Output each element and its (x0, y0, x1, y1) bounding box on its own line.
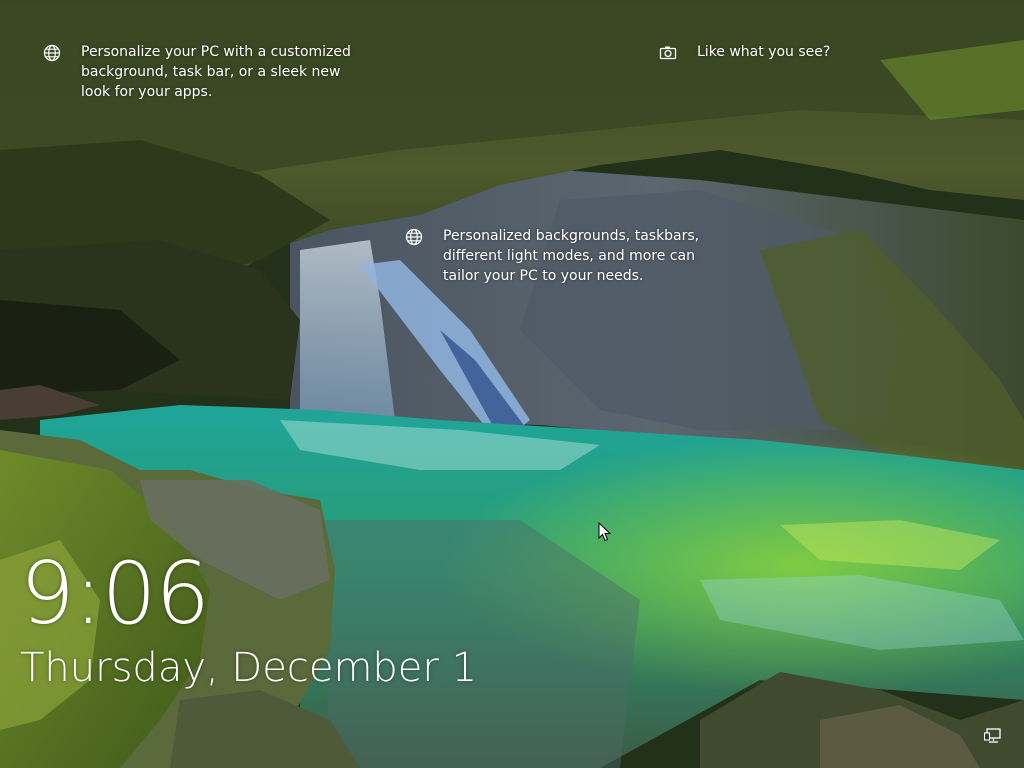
hotspot-text: Personalize your PC with a customized ba… (81, 44, 351, 100)
lock-time: 9:06 (20, 544, 210, 644)
lock-clock: 9:06 Thursday, December 1 (20, 546, 477, 696)
lock-date: Thursday, December 1 (20, 645, 478, 691)
hotspot-text: Like what you see? (697, 44, 831, 60)
camera-icon (659, 46, 677, 60)
network-icon[interactable] (984, 728, 1002, 744)
hotspot-personalize[interactable]: Personalize your PC with a customized ba… (43, 42, 373, 102)
lock-screen[interactable]: Personalize your PC with a customized ba… (0, 0, 1024, 768)
globe-icon (405, 228, 423, 246)
mouse-cursor-icon (598, 522, 612, 542)
hotspot-text: Personalized backgrounds, taskbars, diff… (443, 228, 700, 284)
globe-icon (43, 44, 61, 62)
hotspot-like-what-you-see[interactable]: Like what you see? (659, 42, 859, 62)
hotspot-personalized-backgrounds[interactable]: Personalized backgrounds, taskbars, diff… (405, 226, 715, 286)
